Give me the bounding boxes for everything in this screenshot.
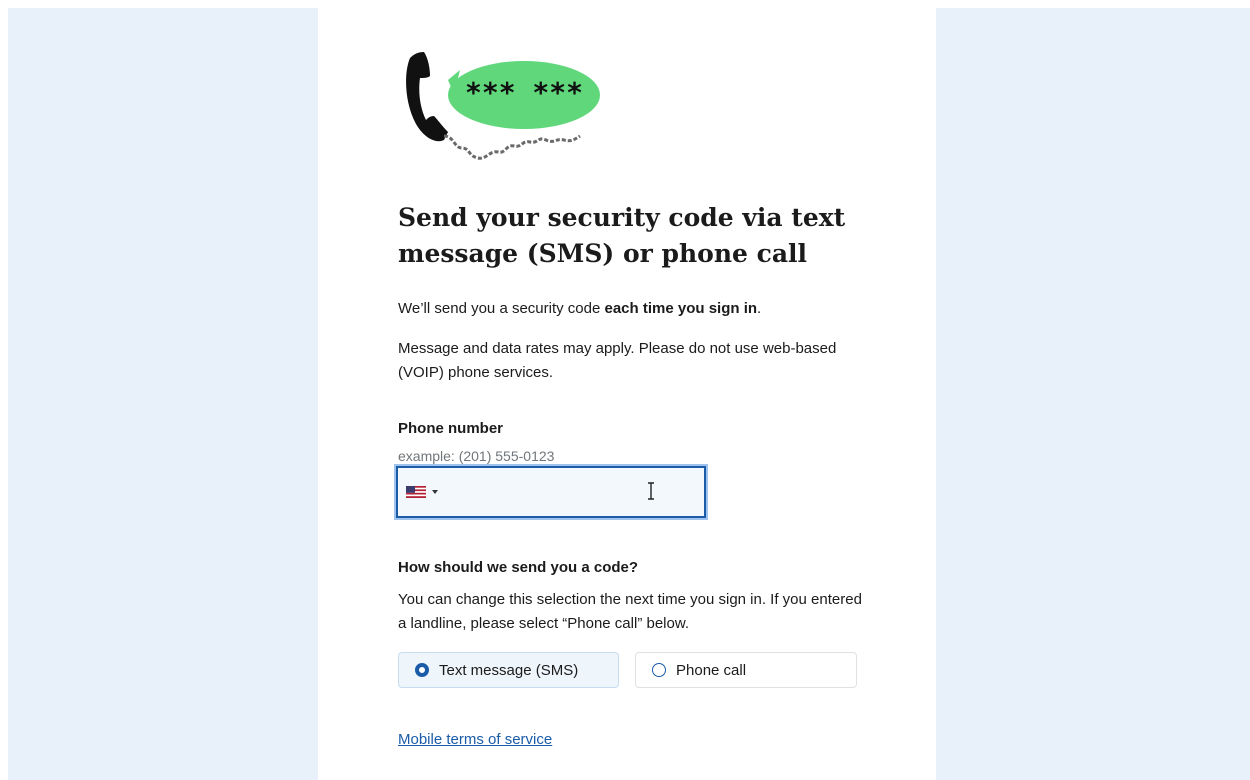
us-flag-icon <box>406 486 426 498</box>
telephone-handset-icon <box>406 52 448 142</box>
masked-code-text: *** *** <box>465 76 583 109</box>
phone-number-hint: example: (201) 555-0123 <box>398 448 555 464</box>
radio-option-label: Phone call <box>676 661 747 679</box>
radio-unselected-icon <box>652 663 666 677</box>
radio-option-text-message[interactable]: Text message (SMS) <box>398 652 619 688</box>
intro-text-prefix: We’ll send you a security code <box>398 300 605 317</box>
intro-text: We’ll send you a security code each time… <box>398 297 868 321</box>
delivery-method-label: How should we send you a code? <box>398 559 639 576</box>
mobile-terms-link[interactable]: Mobile terms of service <box>398 731 552 748</box>
country-code-selector[interactable] <box>406 483 446 501</box>
text-cursor-icon <box>648 482 654 500</box>
main-card: *** *** Send your security code via text… <box>318 8 936 780</box>
rates-notice: Message and data rates may apply. Please… <box>398 340 837 381</box>
phone-number-field[interactable] <box>396 466 706 518</box>
radio-option-label: Text message (SMS) <box>439 661 579 679</box>
page-title: Send your security code via text message… <box>398 203 846 268</box>
phone-with-speech-bubble-icon: *** *** <box>406 52 600 160</box>
radio-option-phone-call[interactable]: Phone call <box>635 652 857 688</box>
intro-text-suffix: . <box>757 300 762 317</box>
phone-number-label: Phone number <box>398 420 504 437</box>
delivery-method-help: You can change this selection the next t… <box>398 591 862 632</box>
intro-text-bold: each time you sign in <box>604 300 758 317</box>
phone-cord <box>443 134 581 160</box>
chevron-down-icon <box>432 490 438 494</box>
radio-selected-icon <box>415 663 429 677</box>
